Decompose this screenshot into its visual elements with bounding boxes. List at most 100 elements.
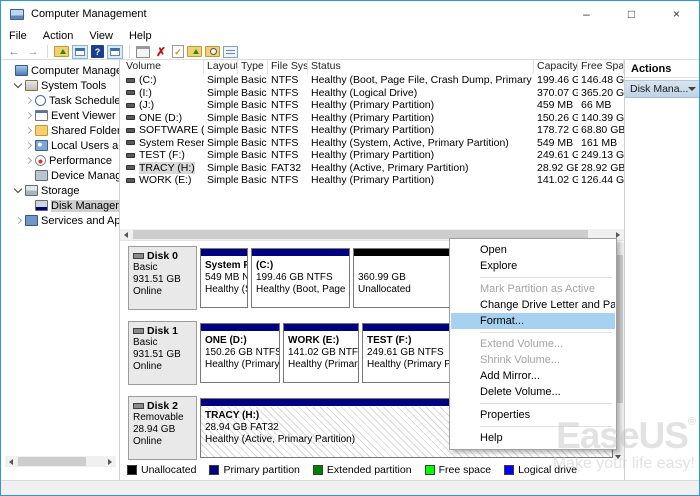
expander-expanded-icon[interactable] xyxy=(14,81,23,90)
sidebar-item-device-manager[interactable]: Device Manager xyxy=(2,168,119,183)
disk-size: 931.51 GB xyxy=(133,274,192,286)
sidebar-item-services-and-applicatio[interactable]: Services and Applicatio xyxy=(2,213,119,228)
actions-group-label: Disk Mana... xyxy=(630,83,688,95)
disk-type: Basic xyxy=(133,337,192,349)
menu-view[interactable]: View xyxy=(81,30,121,42)
volume-filesystem: NTFS xyxy=(268,137,308,149)
sidebar-item-computer-management[interactable]: Computer Management ( xyxy=(2,63,119,78)
tree-hscrollbar[interactable] xyxy=(5,456,116,467)
sidebar-item-event-viewer[interactable]: Event Viewer xyxy=(2,108,119,123)
context-menu-item-format[interactable]: Format... xyxy=(451,313,615,329)
partition-work-e[interactable]: WORK (E:)141.02 GB NTFSHealthy (Primary … xyxy=(283,323,359,383)
expander-collapsed-icon[interactable] xyxy=(24,156,33,165)
partition-one-d[interactable]: ONE (D:)150.26 GB NTFSHealthy (Primary P xyxy=(200,323,280,383)
menu-help[interactable]: Help xyxy=(121,30,160,42)
forward-icon[interactable]: → xyxy=(25,45,41,59)
volume-name: TEST (F:) xyxy=(139,149,185,161)
context-menu-item-explore[interactable]: Explore xyxy=(451,258,615,274)
partition-status-line: Healthy (Primary P xyxy=(288,359,354,371)
context-menu-item-change-drive-letter-and-paths[interactable]: Change Drive Letter and Paths... xyxy=(451,297,615,313)
menu-action[interactable]: Action xyxy=(35,30,82,42)
column-header-layout[interactable]: Layout xyxy=(204,60,238,74)
volume-row[interactable]: (C:)SimpleBasicNTFSHealthy (Boot, Page F… xyxy=(120,74,624,87)
volume-row[interactable]: WORK (E:)SimpleBasicNTFSHealthy (Primary… xyxy=(120,174,624,187)
rescan-icon[interactable] xyxy=(187,46,202,57)
scroll-down-icon[interactable] xyxy=(615,455,621,459)
column-header-free-space[interactable]: Free Space xyxy=(578,60,624,74)
sidebar-item-local-users-and-gr[interactable]: Local Users and Gr xyxy=(2,138,119,153)
volume-row[interactable]: SOFTWARE (G:)SimpleBasicNTFSHealthy (Pri… xyxy=(120,124,624,137)
disk-type: Removable xyxy=(133,412,192,424)
popup-window-icon[interactable] xyxy=(136,46,150,58)
disk-header[interactable]: Disk 2Removable28.94 GBOnline xyxy=(128,396,197,460)
volume-row[interactable]: System ReservedSimpleBasicNTFSHealthy (S… xyxy=(120,137,624,150)
minimize-button[interactable]: – xyxy=(564,1,609,27)
partition-system-re[interactable]: System Re549 MB NTHealthy (S xyxy=(200,248,248,308)
sidebar-item-shared-folders[interactable]: Shared Folders xyxy=(2,123,119,138)
sidebar-item-task-scheduler[interactable]: Task Scheduler xyxy=(2,93,119,108)
volume-icon xyxy=(126,128,135,133)
partition-c[interactable]: (C:)199.46 GB NTFSHealthy (Boot, Page Fi… xyxy=(251,248,350,308)
partition-text: WORK (E:)141.02 GB NTFSHealthy (Primary … xyxy=(284,332,358,371)
maximize-button[interactable]: □ xyxy=(609,1,654,27)
disk-management-actions-dropdown[interactable]: Disk Mana... xyxy=(625,80,700,98)
scroll-right-icon[interactable] xyxy=(616,232,620,238)
refresh-icon[interactable]: ✓ xyxy=(172,45,184,58)
partition-color-bar xyxy=(201,324,279,332)
volume-row[interactable]: ONE (D:)SimpleBasicNTFSHealthy (Primary … xyxy=(120,112,624,125)
scroll-left-icon[interactable] xyxy=(9,459,13,465)
column-header-volume[interactable]: Volume xyxy=(123,60,204,74)
column-header-capacity[interactable]: Capacity xyxy=(534,60,578,74)
disk-status: Online xyxy=(133,436,192,448)
expander-collapsed-icon[interactable] xyxy=(24,96,33,105)
help-icon[interactable]: ? xyxy=(91,45,104,58)
context-menu-item-properties[interactable]: Properties xyxy=(451,407,615,423)
volume-status: Healthy (Primary Partition) xyxy=(308,99,534,111)
context-menu-item-open[interactable]: Open xyxy=(451,242,615,258)
expander-collapsed-icon[interactable] xyxy=(24,141,33,150)
show-window-icon[interactable] xyxy=(72,45,88,59)
scroll-left-icon[interactable] xyxy=(124,232,128,238)
expander-collapsed-icon[interactable] xyxy=(24,126,33,135)
partition-size-line: 141.02 GB NTFS xyxy=(288,347,354,359)
delete-icon[interactable]: ✗ xyxy=(153,45,169,59)
expander-collapsed-icon[interactable] xyxy=(14,216,23,225)
up-folder-icon[interactable] xyxy=(54,46,69,57)
volume-row[interactable]: TEST (F:)SimpleBasicNTFSHealthy (Primary… xyxy=(120,149,624,162)
disk-header[interactable]: Disk 1Basic931.51 GBOnline xyxy=(128,321,197,385)
console-tree-icon[interactable] xyxy=(107,45,123,59)
volume-free-space: 28.92 GB xyxy=(578,162,624,174)
scrollbar-thumb[interactable] xyxy=(18,457,86,466)
context-menu-item-help[interactable]: Help xyxy=(451,430,615,446)
context-menu-item-delete-volume[interactable]: Delete Volume... xyxy=(451,384,615,400)
context-menu-item-add-mirror[interactable]: Add Mirror... xyxy=(451,368,615,384)
volume-row[interactable]: (J:)SimpleBasicNTFSHealthy (Primary Part… xyxy=(120,99,624,112)
volume-row[interactable]: TRACY (H:)SimpleBasicFAT32Healthy (Activ… xyxy=(120,162,624,175)
expander-expanded-icon[interactable] xyxy=(14,186,23,195)
close-button[interactable]: × xyxy=(654,1,699,27)
disk-header[interactable]: Disk 0Basic931.51 GBOnline xyxy=(128,246,197,310)
disk-name-label: Disk 0 xyxy=(147,250,178,262)
sidebar-item-performance[interactable]: Performance xyxy=(2,153,119,168)
column-header-status[interactable]: Status xyxy=(308,60,534,74)
volume-icon xyxy=(126,153,135,158)
properties-icon[interactable] xyxy=(223,46,238,58)
column-header-file-system[interactable]: File System xyxy=(268,60,308,74)
disk-size: 931.51 GB xyxy=(133,349,192,361)
scroll-right-icon[interactable] xyxy=(108,459,112,465)
partition-name: ONE (D:) xyxy=(205,335,275,347)
search-icon[interactable] xyxy=(205,46,220,57)
sidebar-item-disk-management[interactable]: Disk Management xyxy=(2,198,119,213)
volume-capacity: 150.26 GB xyxy=(534,112,578,124)
volume-layout: Simple xyxy=(204,74,238,86)
sidebar-item-storage[interactable]: Storage xyxy=(2,183,119,198)
menu-separator xyxy=(480,332,612,333)
legend-swatch xyxy=(425,465,435,475)
expander-collapsed-icon[interactable] xyxy=(24,111,33,120)
volume-type: Basic xyxy=(238,74,268,86)
menu-file[interactable]: File xyxy=(1,30,35,42)
sidebar-item-system-tools[interactable]: System Tools xyxy=(2,78,119,93)
column-header-type[interactable]: Type xyxy=(238,60,268,74)
back-icon[interactable]: ← xyxy=(6,45,22,59)
volume-row[interactable]: (I:)SimpleBasicNTFSHealthy (Logical Driv… xyxy=(120,87,624,100)
